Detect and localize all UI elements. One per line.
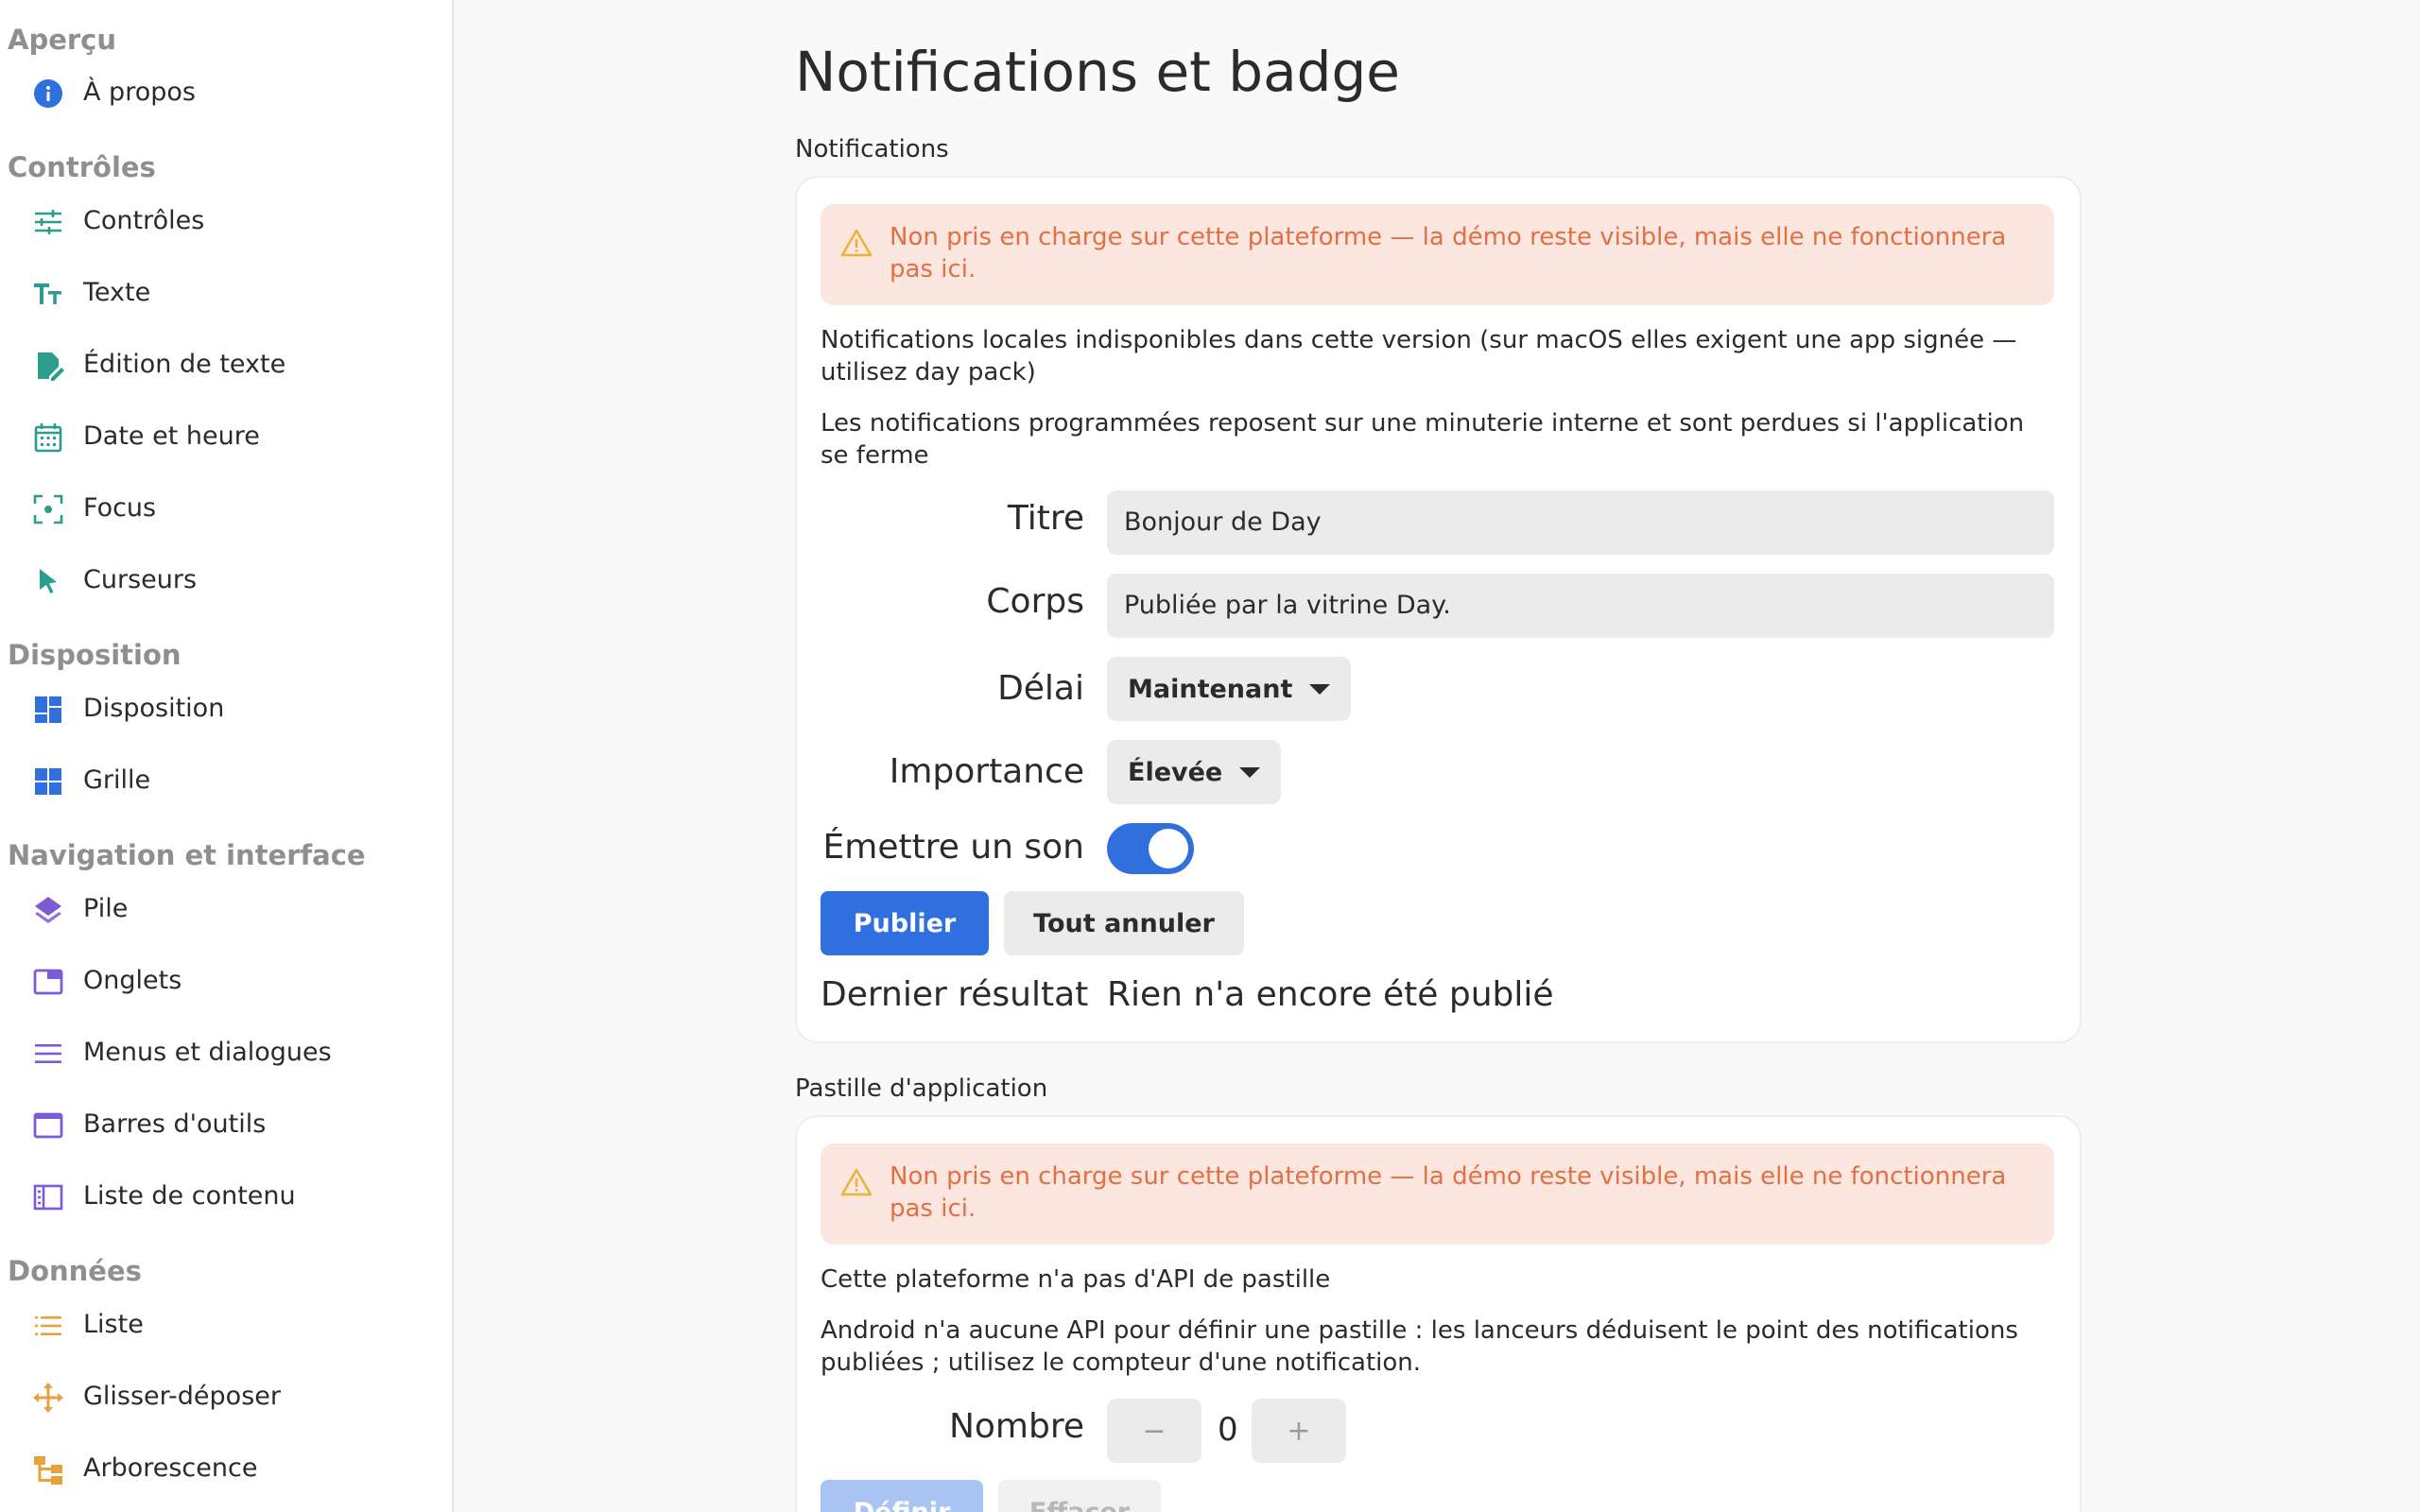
sidebar-item-label: Pile xyxy=(83,894,129,923)
sidebar-item-focus[interactable]: Focus xyxy=(0,478,452,539)
badge-android-text: Android n'a aucune API pour définir une … xyxy=(821,1316,2018,1377)
notifications-scheduled-text: Les notifications programmées reposent s… xyxy=(821,409,2025,470)
notifications-warning: Non pris en charge sur cette plateforme … xyxy=(821,204,2054,305)
list-icon xyxy=(32,1310,64,1342)
calendar-icon xyxy=(32,421,64,454)
sidebar-item-label: Onglets xyxy=(83,966,182,995)
toggle-knob xyxy=(1149,829,1188,868)
delay-dropdown[interactable]: Maintenant xyxy=(1107,657,1352,721)
sidebar-item-label: Date et heure xyxy=(83,421,260,451)
delay-value: Maintenant xyxy=(1128,674,1293,704)
sidebar-item-label: Curseurs xyxy=(83,565,198,594)
sidebar-item-a-propos[interactable]: À propos xyxy=(0,62,452,123)
sound-label: Émettre un son xyxy=(822,828,1084,867)
sidebar-item-label: Focus xyxy=(83,493,157,523)
section-title-apercu: Aperçu xyxy=(8,24,117,56)
section-title-navigation: Navigation et interface xyxy=(8,839,366,871)
sidebar-item-label: Glisser-déposer xyxy=(83,1382,281,1411)
sliders-icon xyxy=(32,206,64,238)
cursor-icon xyxy=(32,565,64,597)
info-icon xyxy=(32,77,64,110)
layers-icon xyxy=(32,894,64,926)
sidebar-item-label: Barres d'outils xyxy=(83,1109,267,1139)
sidebar-item-label: Grille xyxy=(83,765,151,795)
clear-badge-button[interactable]: Effacer xyxy=(998,1480,1161,1512)
sidebar-item-label: Liste xyxy=(83,1310,144,1339)
title-label: Titre xyxy=(1007,499,1084,538)
list-detail-icon xyxy=(32,1181,64,1213)
sidebar-item-texte[interactable]: Texte xyxy=(0,263,452,323)
section-title-disposition: Disposition xyxy=(8,639,182,671)
last-result-value: Rien n'a encore été publié xyxy=(1107,975,1554,1014)
sound-toggle[interactable] xyxy=(1107,823,1194,874)
chevron-down-icon xyxy=(1239,766,1261,778)
decrement-button[interactable]: − xyxy=(1107,1399,1201,1463)
badge-info-text: Cette plateforme n'a pas d'API de pastil… xyxy=(821,1265,1331,1294)
tab-icon xyxy=(32,966,64,998)
sidebar-item-glisser-deposer[interactable]: Glisser-déposer xyxy=(0,1366,452,1427)
body-input[interactable] xyxy=(1107,574,2054,638)
sidebar-item-label: Disposition xyxy=(83,694,225,723)
window-icon xyxy=(32,1109,64,1142)
importance-value: Élevée xyxy=(1128,757,1223,787)
body-label: Corps xyxy=(986,582,1084,621)
sidebar-item-label: Liste de contenu xyxy=(83,1181,296,1211)
sidebar-item-menus-dialogues[interactable]: Menus et dialogues xyxy=(0,1022,452,1083)
delay-label: Délai xyxy=(997,669,1084,708)
title-input[interactable] xyxy=(1107,490,2054,555)
sidebar-item-label: À propos xyxy=(83,77,196,107)
count-value: 0 xyxy=(1218,1411,1238,1449)
sidebar-item-label: Texte xyxy=(83,278,151,307)
sidebar-item-liste[interactable]: Liste xyxy=(0,1295,452,1355)
sidebar-item-arborescence[interactable]: Arborescence xyxy=(0,1438,452,1499)
warning-icon xyxy=(840,1168,873,1196)
sidebar-item-label: Arborescence xyxy=(83,1453,258,1483)
badge-warning: Non pris en charge sur cette plateforme … xyxy=(821,1143,2054,1245)
sidebar-item-onglets[interactable]: Onglets xyxy=(0,951,452,1011)
sidebar-item-controles[interactable]: Contrôles xyxy=(0,191,452,251)
notifications-info-text: Notifications locales indisponibles dans… xyxy=(821,326,2017,387)
importance-label: Importance xyxy=(889,752,1084,791)
menu-icon xyxy=(32,1038,64,1070)
edit-document-icon xyxy=(32,350,64,382)
sidebar-item-liste-contenu[interactable]: Liste de contenu xyxy=(0,1166,452,1227)
move-icon xyxy=(32,1382,64,1414)
importance-dropdown[interactable]: Élevée xyxy=(1107,740,1282,804)
tree-icon xyxy=(32,1453,64,1486)
sidebar-item-label: Contrôles xyxy=(83,206,205,235)
sidebar: Aperçu À propos Contrôles Contrôles Text… xyxy=(0,0,454,1512)
increment-button[interactable]: + xyxy=(1252,1399,1346,1463)
section-title-donnees: Données xyxy=(8,1255,142,1287)
grid-icon xyxy=(32,765,64,798)
section-title-controles: Contrôles xyxy=(8,151,156,183)
sidebar-item-date-heure[interactable]: Date et heure xyxy=(0,406,452,467)
sidebar-item-edition-texte[interactable]: Édition de texte xyxy=(0,335,452,395)
text-size-icon xyxy=(32,278,64,310)
warning-text: Non pris en charge sur cette plateforme … xyxy=(890,1162,2007,1223)
last-result-label: Dernier résultat xyxy=(821,975,1089,1014)
set-badge-button[interactable]: Définir xyxy=(821,1480,983,1512)
sidebar-item-curseurs[interactable]: Curseurs xyxy=(0,550,452,610)
sidebar-item-label: Menus et dialogues xyxy=(83,1038,332,1067)
publish-button[interactable]: Publier xyxy=(821,891,989,955)
warning-text: Non pris en charge sur cette plateforme … xyxy=(890,223,2007,284)
dashboard-icon xyxy=(32,694,64,726)
sidebar-item-disposition[interactable]: Disposition xyxy=(0,679,452,739)
sidebar-item-grille[interactable]: Grille xyxy=(0,750,452,811)
sidebar-item-label: Édition de texte xyxy=(83,350,286,379)
warning-icon xyxy=(840,229,873,257)
chevron-down-icon xyxy=(1309,683,1331,695)
cancel-all-button[interactable]: Tout annuler xyxy=(1004,891,1244,955)
sidebar-item-barres-outils[interactable]: Barres d'outils xyxy=(0,1094,452,1155)
focus-icon xyxy=(32,493,64,525)
badge-group-title: Pastille d'application xyxy=(795,1074,1048,1103)
page-title: Notifications et badge xyxy=(795,40,1400,104)
sidebar-item-pile[interactable]: Pile xyxy=(0,879,452,939)
notifications-group-title: Notifications xyxy=(795,135,949,163)
count-label: Nombre xyxy=(948,1407,1084,1446)
